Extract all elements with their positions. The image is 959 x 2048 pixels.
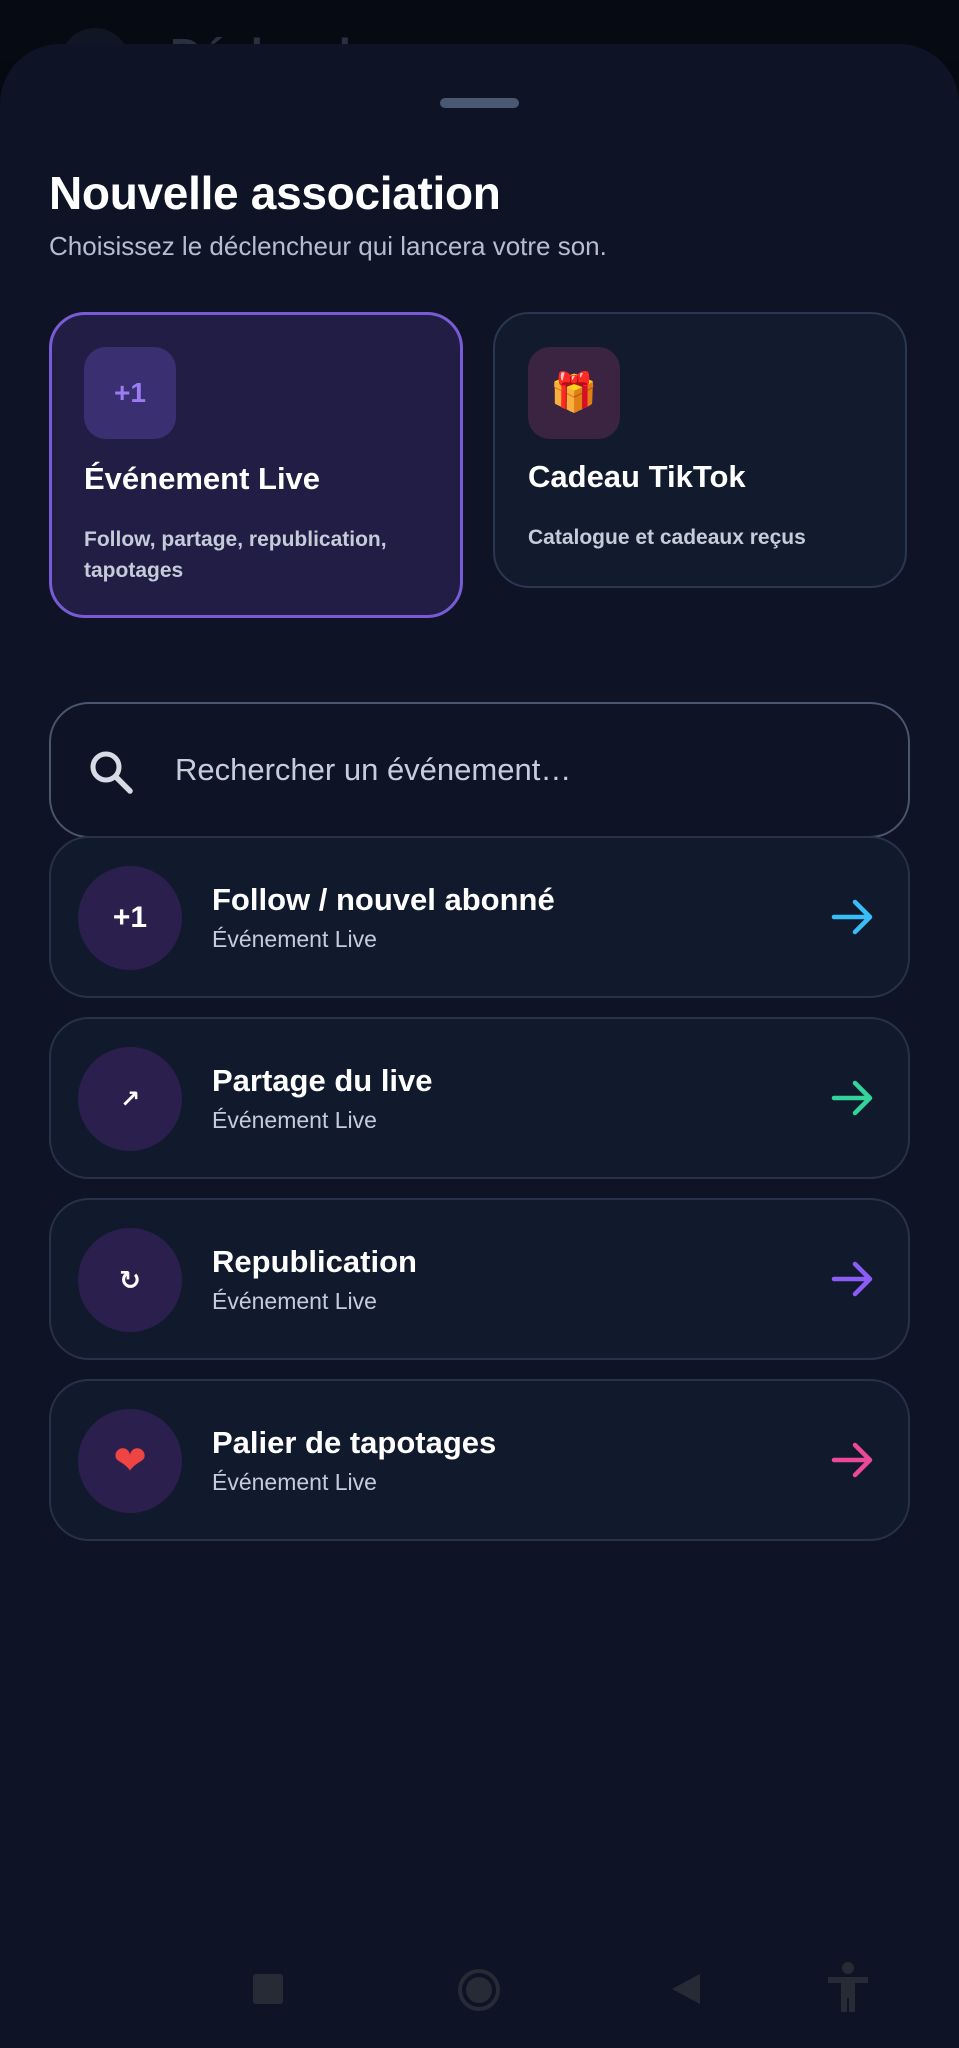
repost-icon: ↻ xyxy=(78,1228,182,1332)
arrow-right-icon[interactable] xyxy=(830,1256,876,1302)
system-navigation-bar xyxy=(0,1936,959,2048)
sheet-subtitle: Choisissez le déclencheur qui lancera vo… xyxy=(49,231,607,261)
plus-one-icon: +1 xyxy=(84,347,176,439)
event-name: Follow / nouvel abonné xyxy=(212,882,555,917)
event-row-share[interactable]: ↗ Partage du live Événement Live xyxy=(49,1017,910,1179)
home-button[interactable] xyxy=(457,1968,501,2012)
event-category: Événement Live xyxy=(212,926,377,952)
trigger-type-name: Événement Live xyxy=(84,461,321,496)
heart-icon: ❤ xyxy=(78,1409,182,1513)
trigger-type-tiktok-gift[interactable]: 🎁 Cadeau TikTok Catalogue et cadeaux reç… xyxy=(493,312,907,588)
trigger-type-live-event[interactable]: +1 Événement Live Follow, partage, repub… xyxy=(49,312,463,618)
arrow-right-icon[interactable] xyxy=(830,1437,876,1483)
arrow-right-icon[interactable] xyxy=(830,1075,876,1121)
back-button[interactable] xyxy=(670,1972,702,2006)
sheet-drag-handle[interactable] xyxy=(440,98,519,108)
share-arrow-icon: ↗ xyxy=(78,1047,182,1151)
event-category: Événement Live xyxy=(212,1469,377,1495)
trigger-type-description: Catalogue et cadeaux reçus xyxy=(528,526,806,549)
event-name: Palier de tapotages xyxy=(212,1425,497,1460)
trigger-type-description: Follow, partage, republication, tapotage… xyxy=(84,528,387,582)
new-association-sheet: Nouvelle association Choisissez le décle… xyxy=(0,44,959,2048)
recents-button[interactable] xyxy=(253,1974,283,2004)
event-category: Événement Live xyxy=(212,1288,377,1314)
gift-icon: 🎁 xyxy=(528,347,620,439)
sheet-title: Nouvelle association xyxy=(49,167,501,219)
event-row-follow[interactable]: +1 Follow / nouvel abonné Événement Live xyxy=(49,836,910,998)
event-category: Événement Live xyxy=(212,1107,377,1133)
event-name: Partage du live xyxy=(212,1063,433,1098)
trigger-type-name: Cadeau TikTok xyxy=(528,459,746,494)
plus-one-icon: +1 xyxy=(78,866,182,970)
event-name: Republication xyxy=(212,1244,417,1279)
accessibility-icon[interactable] xyxy=(826,1962,870,2014)
event-search-box[interactable] xyxy=(49,702,910,838)
search-icon xyxy=(90,751,133,794)
search-input[interactable] xyxy=(175,704,875,836)
event-row-repost[interactable]: ↻ Republication Événement Live xyxy=(49,1198,910,1360)
arrow-right-icon[interactable] xyxy=(830,894,876,940)
event-row-tap-milestone[interactable]: ❤ Palier de tapotages Événement Live xyxy=(49,1379,910,1541)
